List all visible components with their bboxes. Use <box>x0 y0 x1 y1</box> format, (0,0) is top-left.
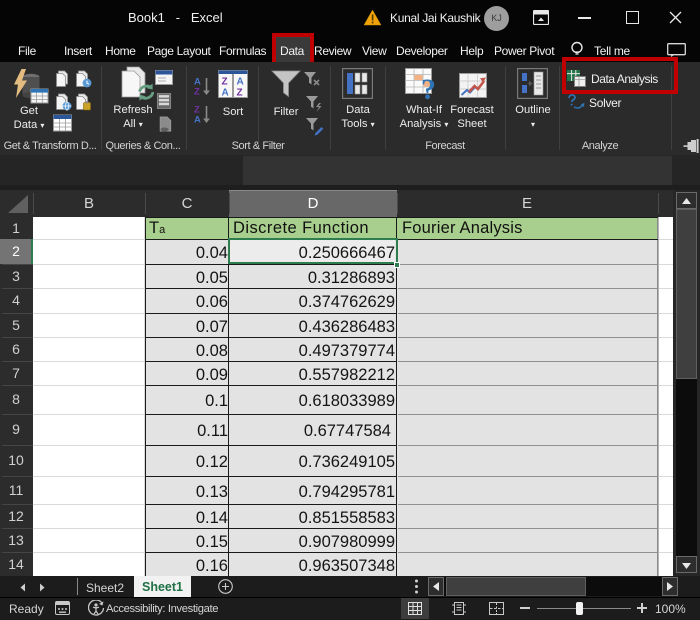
svg-text:Z: Z <box>237 88 243 99</box>
svg-text:?: ? <box>421 73 436 101</box>
svg-text:Z: Z <box>194 87 200 97</box>
svg-text:Z: Z <box>222 77 228 88</box>
svg-text:A: A <box>222 88 229 99</box>
svg-text:A: A <box>194 115 201 125</box>
svg-text:A: A <box>237 77 244 88</box>
